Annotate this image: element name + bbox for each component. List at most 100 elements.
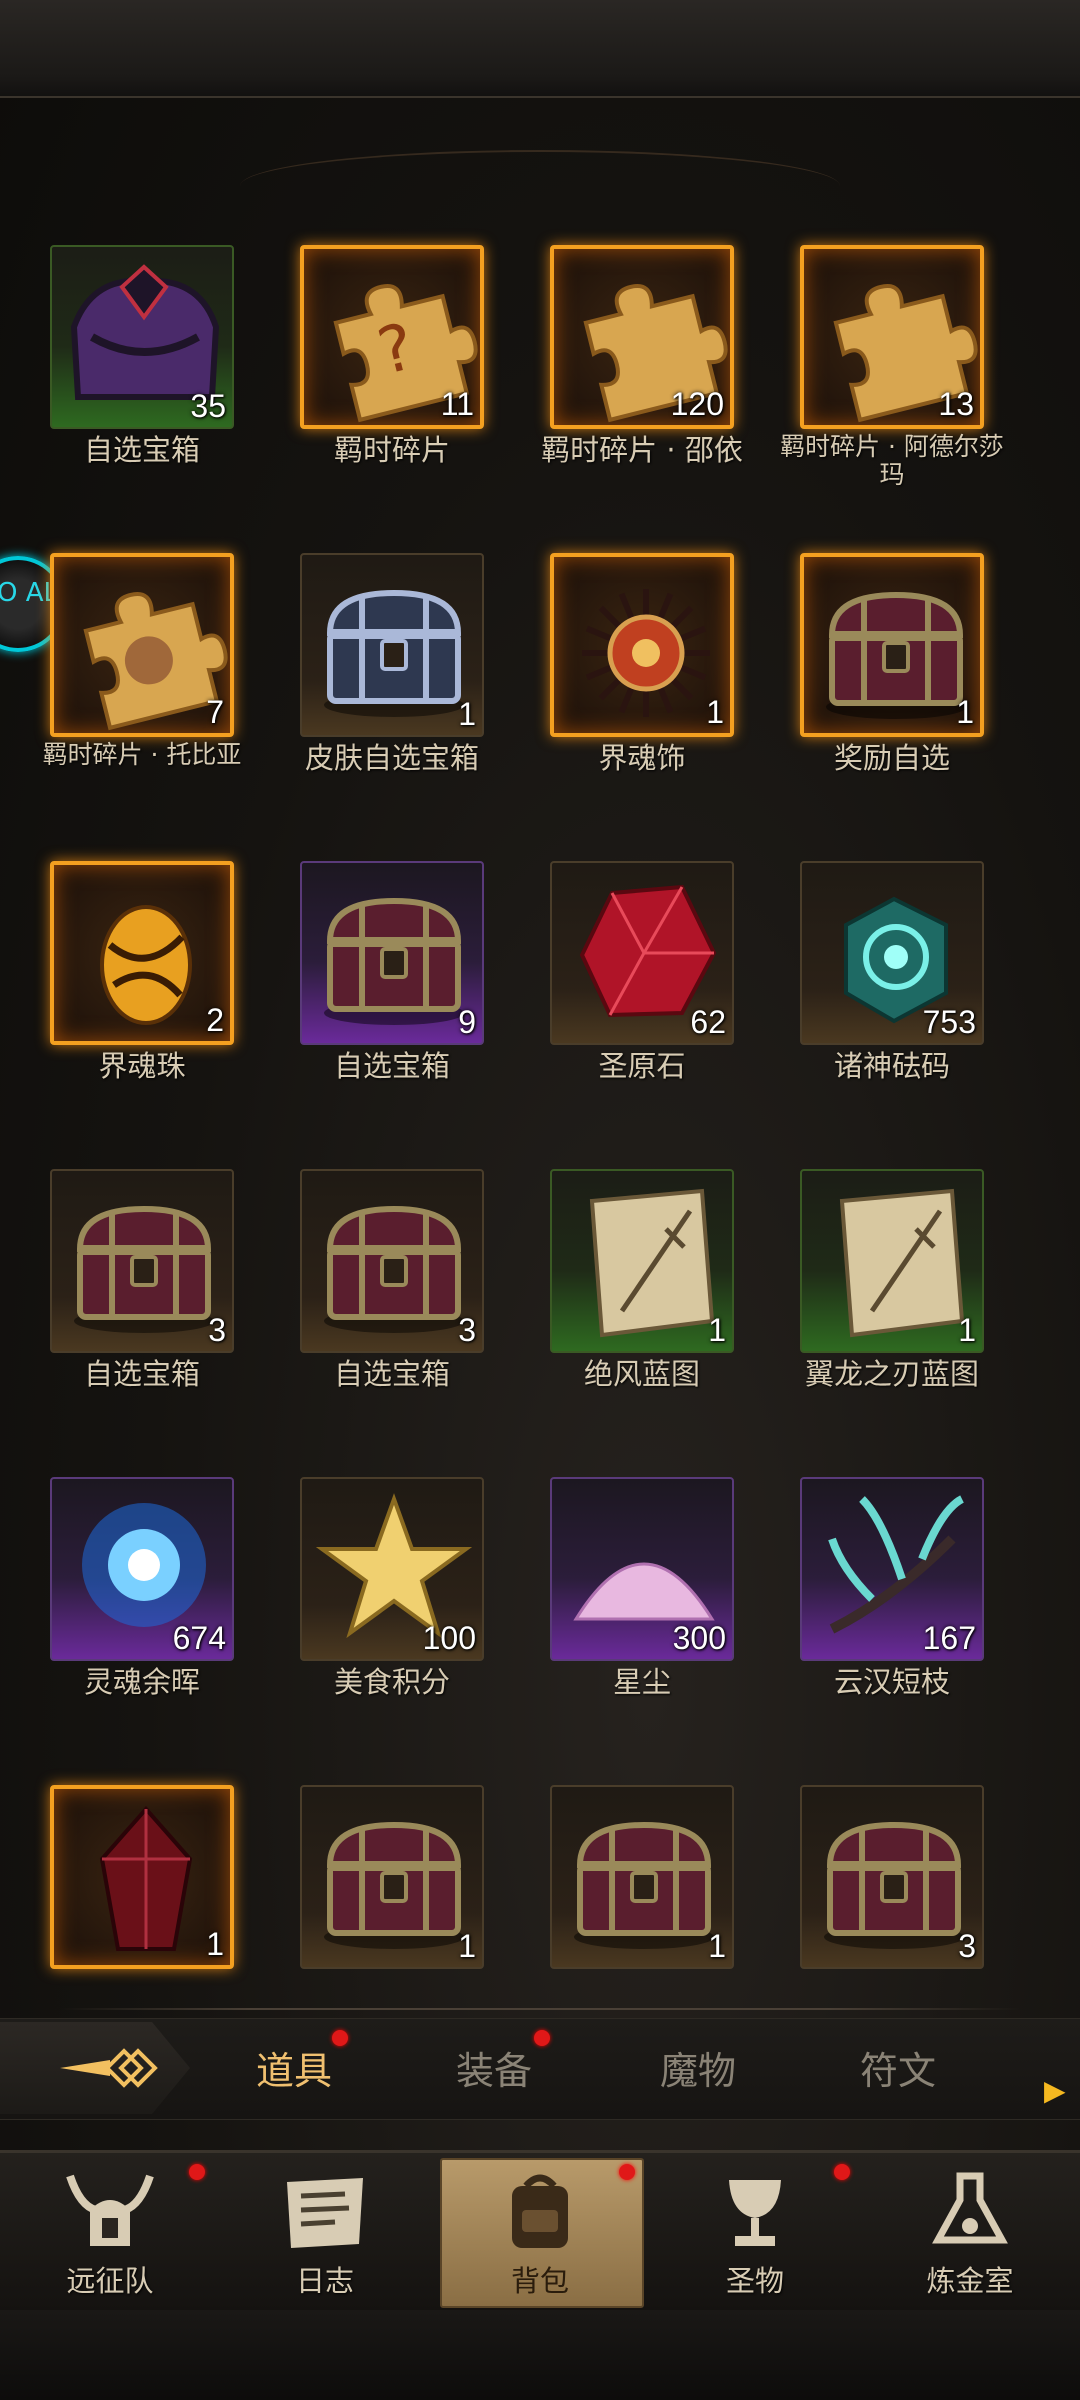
horned-helmet-icon xyxy=(60,2166,160,2256)
item-count: 1 xyxy=(958,1312,976,1348)
item-count: 3 xyxy=(958,1928,976,1964)
item-name: 界魂饰 xyxy=(598,741,686,775)
item-slot[interactable]: 3 xyxy=(300,1169,484,1353)
item-slot[interactable]: 1 xyxy=(50,1785,234,1969)
nav-badge xyxy=(834,2164,850,2180)
inventory-item[interactable]: 62 圣原石 xyxy=(532,861,752,1111)
inventory-item[interactable]: 300 星尘 xyxy=(532,1477,752,1727)
item-name: 自选宝箱 xyxy=(333,1357,450,1391)
inventory-item[interactable]: 9 自选宝箱 xyxy=(282,861,502,1111)
scroll-log-icon xyxy=(275,2166,375,2256)
item-slot[interactable]: 1 xyxy=(800,553,984,737)
tab-items-badge xyxy=(332,2030,348,2046)
more-tabs-arrow-icon[interactable]: ▶ xyxy=(1044,2074,1066,2107)
item-count: 9 xyxy=(458,1004,476,1040)
item-count: 13 xyxy=(938,386,974,422)
item-slot[interactable]: 13 xyxy=(800,245,984,429)
item-count: 1 xyxy=(708,1928,726,1964)
item-count: 1 xyxy=(458,1928,476,1964)
item-count: 674 xyxy=(172,1620,226,1656)
item-name: 皮肤自选宝箱 xyxy=(304,741,479,775)
nav-relics[interactable]: 圣物 xyxy=(650,2158,860,2308)
item-count: 11 xyxy=(440,386,474,422)
inventory-item[interactable]: 100 美食积分 xyxy=(282,1477,502,1727)
item-slot[interactable]: 62 xyxy=(550,861,734,1045)
item-slot[interactable]: 167 xyxy=(800,1477,984,1661)
nav-label: 圣物 xyxy=(725,2264,784,2298)
nav-alchemy[interactable]: 炼金室 xyxy=(865,2158,1075,2308)
inventory-item[interactable]: 753 诸神砝码 xyxy=(782,861,1002,1111)
inventory-item[interactable]: 3 xyxy=(782,1785,1002,2035)
item-slot[interactable]: 1 xyxy=(550,1785,734,1969)
nav-badge xyxy=(189,2164,205,2180)
item-slot[interactable]: 7 xyxy=(50,553,234,737)
item-name: 羁时碎片 xyxy=(333,433,450,467)
item-name: 灵魂余晖 xyxy=(83,1665,200,1699)
item-slot[interactable]: 3 xyxy=(800,1785,984,1969)
item-slot[interactable]: 100 xyxy=(300,1477,484,1661)
back-arrow-icon xyxy=(60,2048,158,2088)
inventory-item[interactable]: 1 翼龙之刃蓝图 xyxy=(782,1169,1002,1419)
alchemy-icon xyxy=(920,2166,1020,2256)
item-slot[interactable]: 9 xyxy=(300,861,484,1045)
item-slot[interactable]: 674 xyxy=(50,1477,234,1661)
item-count: 1 xyxy=(458,696,476,732)
inventory-item[interactable]: ? 11 羁时碎片 xyxy=(282,245,502,495)
inventory-item[interactable]: 1 奖励自选 xyxy=(782,553,1002,803)
item-name: 美食积分 xyxy=(333,1665,450,1699)
item-name: 羁时碎片 · 托比亚 xyxy=(42,740,242,769)
backpack-icon xyxy=(490,2166,590,2256)
inventory-item[interactable]: 2 界魂珠 xyxy=(32,861,252,1111)
item-slot[interactable]: 120 xyxy=(550,245,734,429)
item-slot[interactable]: 35 xyxy=(50,245,234,429)
item-slot[interactable]: 1 xyxy=(300,1785,484,1969)
item-slot[interactable]: 1 xyxy=(300,553,484,737)
nav-badge xyxy=(619,2164,635,2180)
tab-items[interactable]: 道具 xyxy=(224,2040,364,2100)
item-slot[interactable]: 1 xyxy=(550,553,734,737)
item-name: 圣原石 xyxy=(598,1049,686,1083)
item-slot[interactable]: 2 xyxy=(50,861,234,1045)
item-slot[interactable]: 1 xyxy=(800,1169,984,1353)
item-name: 奖励自选 xyxy=(833,741,950,775)
inventory-item[interactable]: 1 xyxy=(532,1785,752,2035)
item-slot[interactable]: 1 xyxy=(550,1169,734,1353)
inventory-item[interactable]: 167 云汉短枝 xyxy=(782,1477,1002,1727)
chalice-icon xyxy=(705,2166,805,2256)
inventory-item[interactable]: 13 羁时碎片 · 阿德尔莎玛 xyxy=(780,245,1004,495)
nav-label: 炼金室 xyxy=(926,2264,1014,2298)
inventory-item[interactable]: 120 羁时碎片 · 邵依 xyxy=(532,245,752,495)
inventory-item[interactable]: 3 自选宝箱 xyxy=(282,1169,502,1419)
item-slot[interactable]: ? 11 xyxy=(300,245,484,429)
inventory-item[interactable]: 35 自选宝箱 xyxy=(32,245,252,495)
nav-log[interactable]: 日志 xyxy=(220,2158,430,2308)
item-slot[interactable]: 753 xyxy=(800,861,984,1045)
item-count: 1 xyxy=(706,694,724,730)
item-count: 167 xyxy=(922,1620,976,1656)
inventory-item[interactable]: 1 皮肤自选宝箱 xyxy=(282,553,502,803)
item-count: 1 xyxy=(708,1312,726,1348)
inventory-item[interactable]: 1 xyxy=(282,1785,502,2035)
item-count: 7 xyxy=(206,694,224,730)
item-name: 自选宝箱 xyxy=(333,1049,450,1083)
item-slot[interactable]: 300 xyxy=(550,1477,734,1661)
inventory-item[interactable]: 1 绝风蓝图 xyxy=(532,1169,752,1419)
inventory-item[interactable]: 674 灵魂余晖 xyxy=(32,1477,252,1727)
inventory-item[interactable]: 1 界魂饰 xyxy=(532,553,752,803)
inventory-item[interactable]: 3 自选宝箱 xyxy=(32,1169,252,1419)
tab-monsters[interactable]: 魔物 xyxy=(628,2040,768,2100)
item-slot[interactable]: 3 xyxy=(50,1169,234,1353)
back-button[interactable] xyxy=(0,2022,190,2114)
item-name: 自选宝箱 xyxy=(83,433,200,467)
tab-equipment[interactable]: 装备 xyxy=(424,2040,564,2100)
tab-runes[interactable]: 符文 xyxy=(828,2040,968,2100)
inventory-item[interactable]: 7 羁时碎片 · 托比亚 xyxy=(32,553,252,803)
nav-label: 远征队 xyxy=(66,2264,154,2298)
nav-expedition[interactable]: 远征队 xyxy=(5,2158,215,2308)
item-name: 绝风蓝图 xyxy=(583,1357,700,1391)
nav-backpack[interactable]: 背包 xyxy=(435,2158,645,2308)
item-count: 753 xyxy=(922,1004,976,1040)
item-count: 62 xyxy=(690,1004,726,1040)
inventory-item[interactable]: 1 xyxy=(32,1785,252,2035)
item-count: 120 xyxy=(670,386,724,422)
